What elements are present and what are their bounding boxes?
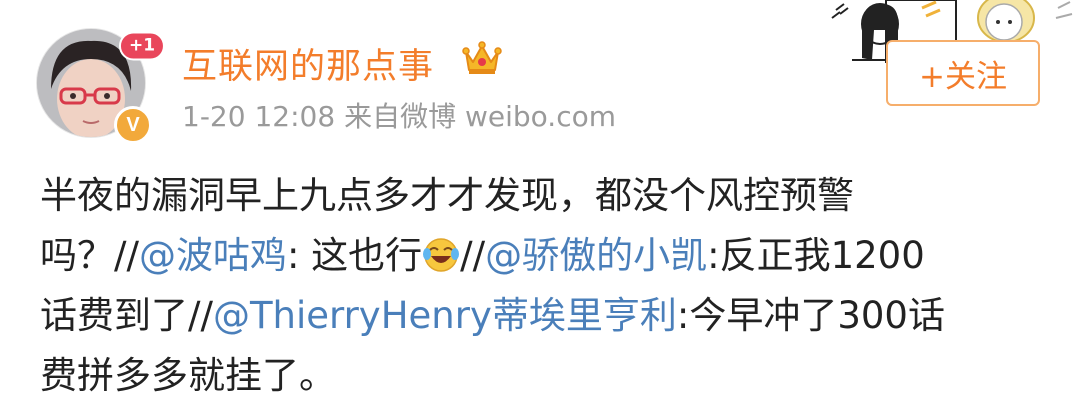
follow-button[interactable]: +关注 bbox=[886, 40, 1040, 106]
verified-v-icon: V bbox=[114, 106, 152, 144]
post-meta: 1-20 12:08 来自微博 weibo.com bbox=[182, 95, 616, 135]
crown-icon bbox=[462, 41, 502, 74]
post-text: 费拼多多就挂了。 bbox=[40, 354, 336, 397]
post-text: :反正我1200 bbox=[707, 234, 925, 277]
plus-one-badge: +1 bbox=[118, 31, 166, 61]
post-text: : 这也行 bbox=[286, 234, 423, 277]
post-content: 半夜的漏洞早上九点多才才发现，都没个风控预警 吗？//@波咕鸡: 这也行 //@… bbox=[40, 166, 1060, 406]
mention-link[interactable]: @波咕鸡 bbox=[139, 234, 287, 277]
post-text: 半夜的漏洞早上九点多才才发现，都没个风控预警 bbox=[40, 174, 854, 217]
laughing-tears-emoji-icon bbox=[423, 238, 460, 272]
post-text: 话费到了// bbox=[40, 294, 213, 337]
mention-link[interactable]: @ThierryHenry蒂埃里亨利 bbox=[213, 294, 677, 337]
post-source[interactable]: weibo.com bbox=[465, 100, 616, 133]
post-text: :今早冲了300话 bbox=[676, 294, 945, 337]
post-line: 费拼多多就挂了。 bbox=[40, 346, 1060, 406]
username[interactable]: 互联网的那点事 bbox=[182, 38, 434, 89]
post-time: 12:08 bbox=[254, 100, 336, 133]
post-from-label: 来自微博 bbox=[344, 100, 457, 133]
post-text: // bbox=[460, 234, 486, 277]
post-line: 半夜的漏洞早上九点多才才发现，都没个风控预警 bbox=[40, 166, 1060, 226]
post-line: 吗？//@波咕鸡: 这也行 //@骄傲的小凯:反正我1200 bbox=[40, 226, 1060, 286]
avatar-container[interactable]: +1 V bbox=[36, 28, 166, 146]
post-date: 1-20 bbox=[182, 100, 246, 133]
post-text: 吗？// bbox=[40, 234, 139, 277]
post-line: 话费到了//@ThierryHenry蒂埃里亨利:今早冲了300话 bbox=[40, 286, 1060, 346]
mention-link[interactable]: @骄傲的小凯 bbox=[485, 234, 707, 277]
